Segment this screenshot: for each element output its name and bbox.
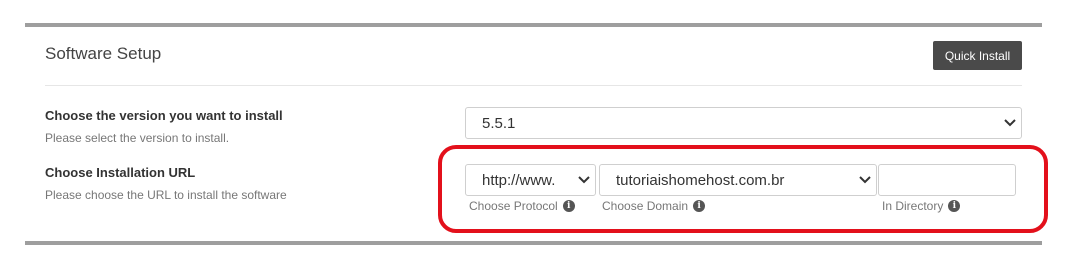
version-select-value: 5.5.1 [482,114,516,132]
quick-install-button[interactable]: Quick Install [933,41,1022,70]
version-label: Choose the version you want to install [45,108,283,123]
header-divider [45,85,1022,86]
version-help: Please select the version to install. [45,131,230,145]
highlight-annotation [438,145,1048,233]
panel-bottom-border [25,241,1042,245]
panel-top-border [25,23,1042,27]
version-select[interactable]: 5.5.1 [465,107,1022,139]
install-url-help: Please choose the URL to install the sof… [45,188,287,202]
chevron-down-icon [999,119,1021,127]
section-title: Software Setup [45,44,162,63]
install-url-label: Choose Installation URL [45,165,196,180]
